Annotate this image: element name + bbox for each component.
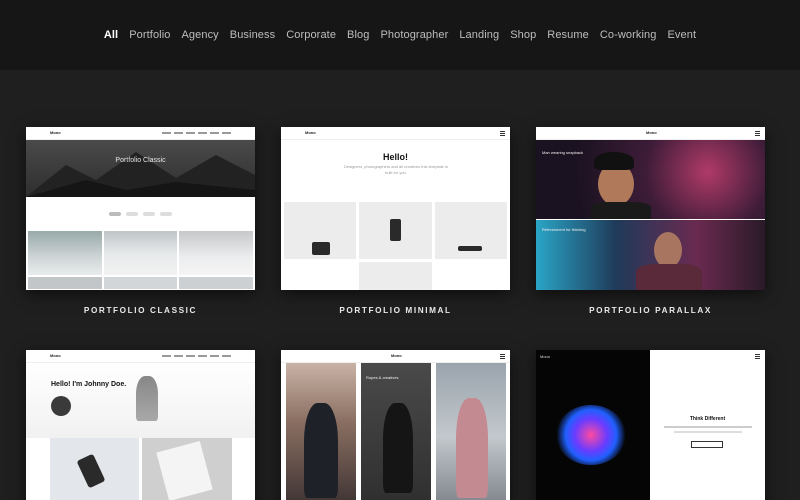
filter-corporate[interactable]: Corporate — [286, 29, 336, 41]
filter-pills — [26, 212, 255, 216]
portfolio-classic-thumbnail[interactable]: Mono Portfolio Classic — [26, 127, 255, 290]
fashion-photo-2 — [361, 363, 431, 500]
hero-title: Think Different — [689, 416, 726, 422]
portfolio-minimal-thumbnail[interactable]: Mono Hello! Designers, photographers and… — [281, 127, 510, 290]
menu-icon — [500, 131, 505, 136]
mini-logo: Mono — [540, 354, 551, 359]
hero-title: Hello! — [382, 152, 408, 162]
mini-navbar: Mono — [281, 350, 510, 363]
filter-blog[interactable]: Blog — [347, 29, 369, 41]
phone-photo — [50, 438, 139, 500]
filter-landing[interactable]: Landing — [459, 29, 499, 41]
portfolio-personal-thumbnail[interactable]: Mono Hello! I'm Johnny Doe. — [26, 350, 255, 500]
filter-agency[interactable]: Agency — [181, 29, 218, 41]
filter-business[interactable]: Business — [230, 29, 275, 41]
mini-logo: Mono — [305, 130, 316, 135]
camera-tile — [284, 202, 357, 259]
caption-portfolio-classic[interactable]: PORTFOLIO CLASSIC — [26, 306, 255, 315]
cta-button[interactable] — [691, 441, 723, 448]
fashion-photo-1 — [286, 363, 356, 500]
fashion-photo-3 — [436, 363, 506, 500]
filter-list: All Portfolio Agency Business Corporate Blog P… — [104, 29, 696, 41]
portfolio-parallax-thumbnail[interactable]: Mono Man wearing snapback Refreshment fo… — [536, 127, 765, 290]
mini-navbar: Mono — [26, 127, 255, 140]
mini-logo: Mono — [50, 353, 61, 358]
overlay-text-1: Man wearing snapback — [542, 150, 584, 155]
hero-title: Portfolio Classic — [115, 157, 166, 164]
avatar — [51, 396, 71, 416]
product-grid — [284, 202, 507, 290]
portfolio-dark-thumbnail[interactable]: Mono Think Different — [536, 350, 765, 500]
hero-title: Hello! I'm Johnny Doe. — [51, 381, 127, 388]
mini-navbar: Mono — [281, 127, 510, 140]
filter-bar: All Portfolio Agency Business Corporate Blog P… — [0, 0, 800, 70]
menu-icon — [755, 354, 760, 359]
caption-portfolio-minimal[interactable]: PORTFOLIO MINIMAL — [281, 306, 510, 315]
overlay-text-2: Refreshment for thinking — [542, 227, 586, 232]
phone-tile — [359, 202, 432, 259]
mini-logo: Mono — [50, 130, 61, 135]
filter-photographer[interactable]: Photographer — [380, 29, 448, 41]
filter-all[interactable]: All — [104, 29, 118, 41]
mini-navbar: Mono — [536, 127, 765, 140]
filter-co-working[interactable]: Co-working — [600, 29, 657, 41]
overlay-text-1: Ropes & creatives — [366, 375, 399, 380]
photo-grid — [28, 231, 253, 289]
filter-event[interactable]: Event — [668, 29, 697, 41]
mini-logo: Mono — [646, 130, 657, 135]
hero-subtitle: Designers, photographers and all creativ… — [344, 164, 448, 175]
menu-icon — [500, 354, 505, 359]
mini-logo: Mono — [391, 353, 402, 358]
menu-icon — [755, 131, 760, 136]
notebook-photo — [142, 438, 232, 500]
filter-resume[interactable]: Resume — [547, 29, 589, 41]
mountain-hero-image — [26, 140, 255, 197]
portfolio-fashion-thumbnail[interactable]: Mono Ropes & creatives — [281, 350, 510, 500]
neon-face-image: Mono — [536, 350, 650, 500]
filter-shop[interactable]: Shop — [510, 29, 536, 41]
caption-portfolio-parallax[interactable]: PORTFOLIO PARALLAX — [536, 306, 765, 315]
sunglasses-tile — [434, 202, 507, 259]
mini-navbar: Mono — [26, 350, 255, 363]
filter-portfolio[interactable]: Portfolio — [129, 29, 170, 41]
